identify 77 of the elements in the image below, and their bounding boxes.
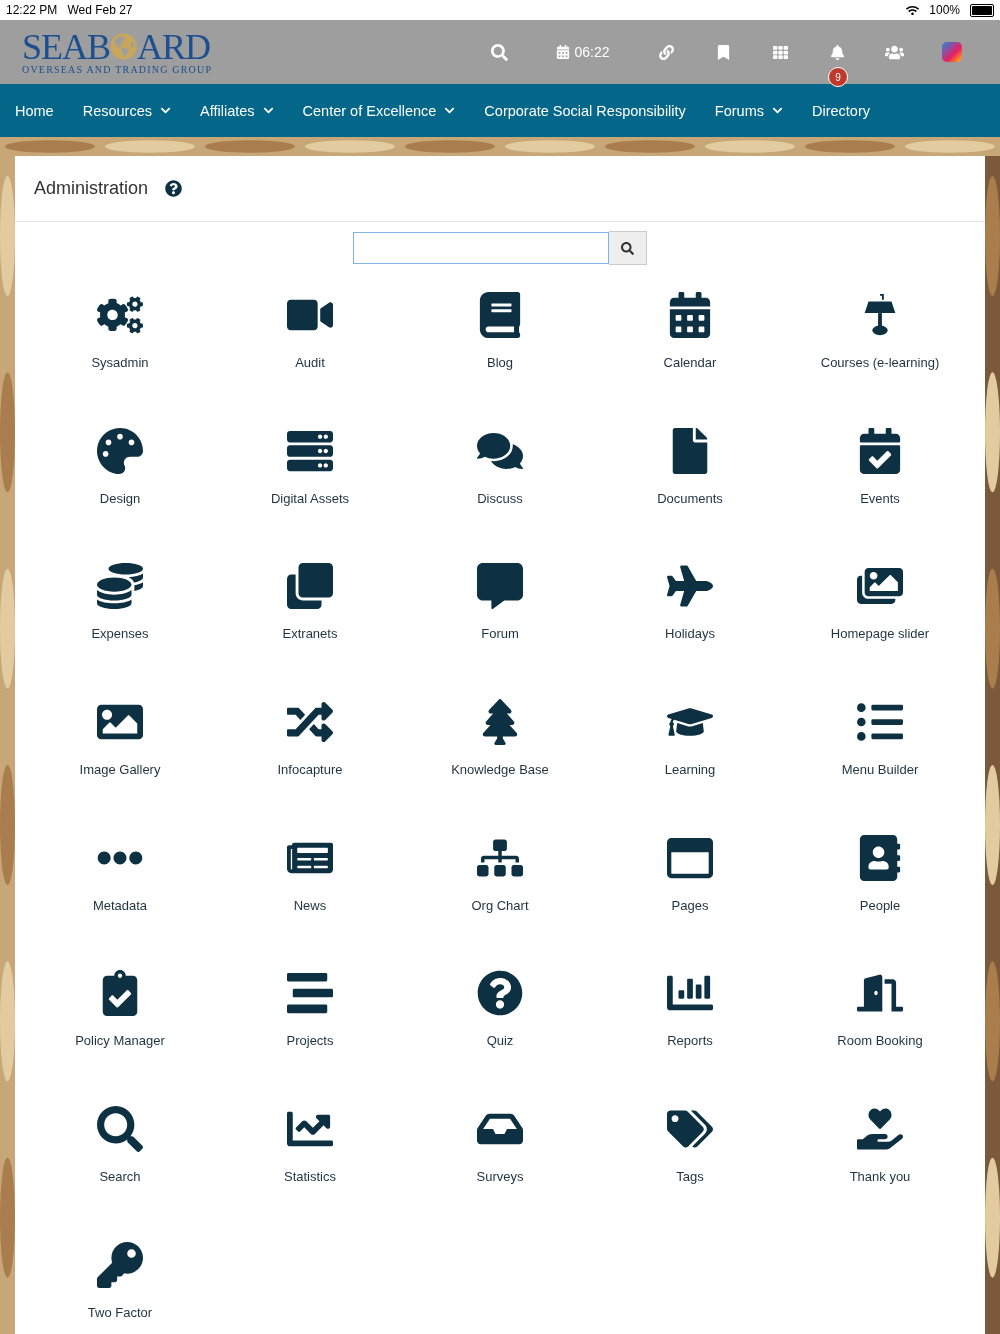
module-link[interactable]: Courses (e-learning)	[820, 355, 940, 370]
link-icon	[659, 44, 674, 60]
module-link[interactable]: Statistics	[284, 1169, 336, 1185]
logo-tagline: OVERSEAS AND TRADING GROUP	[22, 63, 213, 75]
module-link[interactable]: Metadata	[92, 897, 148, 913]
module-link[interactable]: Calendar	[663, 355, 717, 370]
key-icon[interactable]	[97, 1241, 143, 1288]
notebook-icon[interactable]	[477, 292, 523, 338]
module-link[interactable]: Sysadmin	[91, 355, 149, 370]
module-link[interactable]: Projects	[286, 1033, 334, 1049]
module-link[interactable]: Quiz	[486, 1033, 514, 1049]
module-link[interactable]: Two Factor	[87, 1304, 153, 1320]
module-link[interactable]: Pages	[671, 897, 709, 913]
module-link[interactable]: Holidays	[665, 626, 715, 642]
module-link[interactable]: Audit	[295, 355, 325, 370]
panel-title: Administration	[34, 178, 149, 199]
search-icon	[491, 43, 508, 61]
module-link[interactable]: Knowledge Base	[451, 762, 549, 778]
app-icon	[941, 42, 962, 62]
battery-icon	[970, 3, 994, 17]
calendar-check-icon[interactable]	[857, 427, 903, 474]
module-link[interactable]: Design	[99, 490, 141, 506]
module-link[interactable]: Room Booking	[837, 1033, 923, 1049]
coins-icon[interactable]	[97, 563, 143, 610]
module-link[interactable]: Events	[860, 490, 900, 506]
status-date: Wed Feb 27	[67, 3, 133, 17]
logo-text: ARD	[137, 29, 211, 64]
bookmark-icon	[716, 44, 731, 60]
stacked-pages-icon[interactable]	[287, 563, 333, 610]
module-link[interactable]: Infocapture	[277, 762, 343, 778]
help-button[interactable]	[165, 180, 183, 197]
module-link[interactable]: People	[859, 897, 901, 913]
module-link[interactable]: Discuss	[477, 490, 523, 506]
nav-link[interactable]: Affiliates	[200, 102, 274, 119]
battery-level: 100%	[929, 3, 960, 17]
module-link[interactable]: Thank you	[849, 1169, 911, 1185]
module-link[interactable]: Reports	[667, 1033, 713, 1049]
question-icon[interactable]	[477, 970, 523, 1017]
module-link[interactable]: Extranets	[282, 626, 338, 642]
nav-link[interactable]: Forums	[714, 102, 783, 119]
nav-link[interactable]: Resources	[82, 102, 171, 119]
module-link[interactable]: Learning	[664, 762, 716, 778]
grid-icon	[773, 44, 788, 60]
module-link[interactable]: Blog	[487, 355, 513, 370]
module-link[interactable]: Org Chart	[471, 897, 529, 913]
wifi-icon	[906, 3, 920, 17]
module-link[interactable]: Tags	[676, 1169, 704, 1185]
module-link[interactable]: Surveys	[476, 1169, 524, 1185]
module-link[interactable]: Menu Builder	[841, 762, 919, 778]
calendar-icon[interactable]	[667, 292, 713, 338]
nav-link[interactable]: Corporate Social Responsibility	[484, 102, 686, 119]
logo-text: SEAB	[22, 29, 111, 64]
nav-link[interactable]: Directory	[812, 102, 870, 119]
module-link[interactable]: Search	[99, 1169, 141, 1185]
nav-link[interactable]: Home	[15, 102, 54, 119]
module-link[interactable]: Homepage slider	[830, 626, 930, 642]
calendar-icon	[556, 45, 571, 59]
speech-bubble-icon[interactable]	[477, 563, 523, 610]
notification-count: 9	[828, 67, 848, 87]
module-link[interactable]: Forum	[481, 626, 519, 642]
bell-icon	[830, 44, 845, 60]
module-link[interactable]: Documents	[657, 490, 723, 506]
nav-link[interactable]: Center of Excellence	[302, 102, 456, 119]
module-link[interactable]: Image Gallery	[79, 762, 161, 778]
palette-icon[interactable]	[97, 427, 143, 474]
module-link[interactable]: Digital Assets	[270, 490, 349, 506]
search-field[interactable]	[353, 232, 609, 264]
module-link[interactable]: Expenses	[91, 626, 149, 642]
status-time: 12:22 PM	[6, 3, 58, 17]
module-link[interactable]: News	[293, 897, 327, 913]
search-button[interactable]	[609, 231, 647, 265]
module-link[interactable]: Policy Manager	[75, 1033, 165, 1049]
search-icon	[621, 241, 634, 255]
help-icon	[165, 180, 183, 197]
contact-book-icon[interactable]	[857, 834, 903, 881]
search-icon[interactable]	[97, 1106, 143, 1153]
globe-icon	[110, 33, 138, 60]
